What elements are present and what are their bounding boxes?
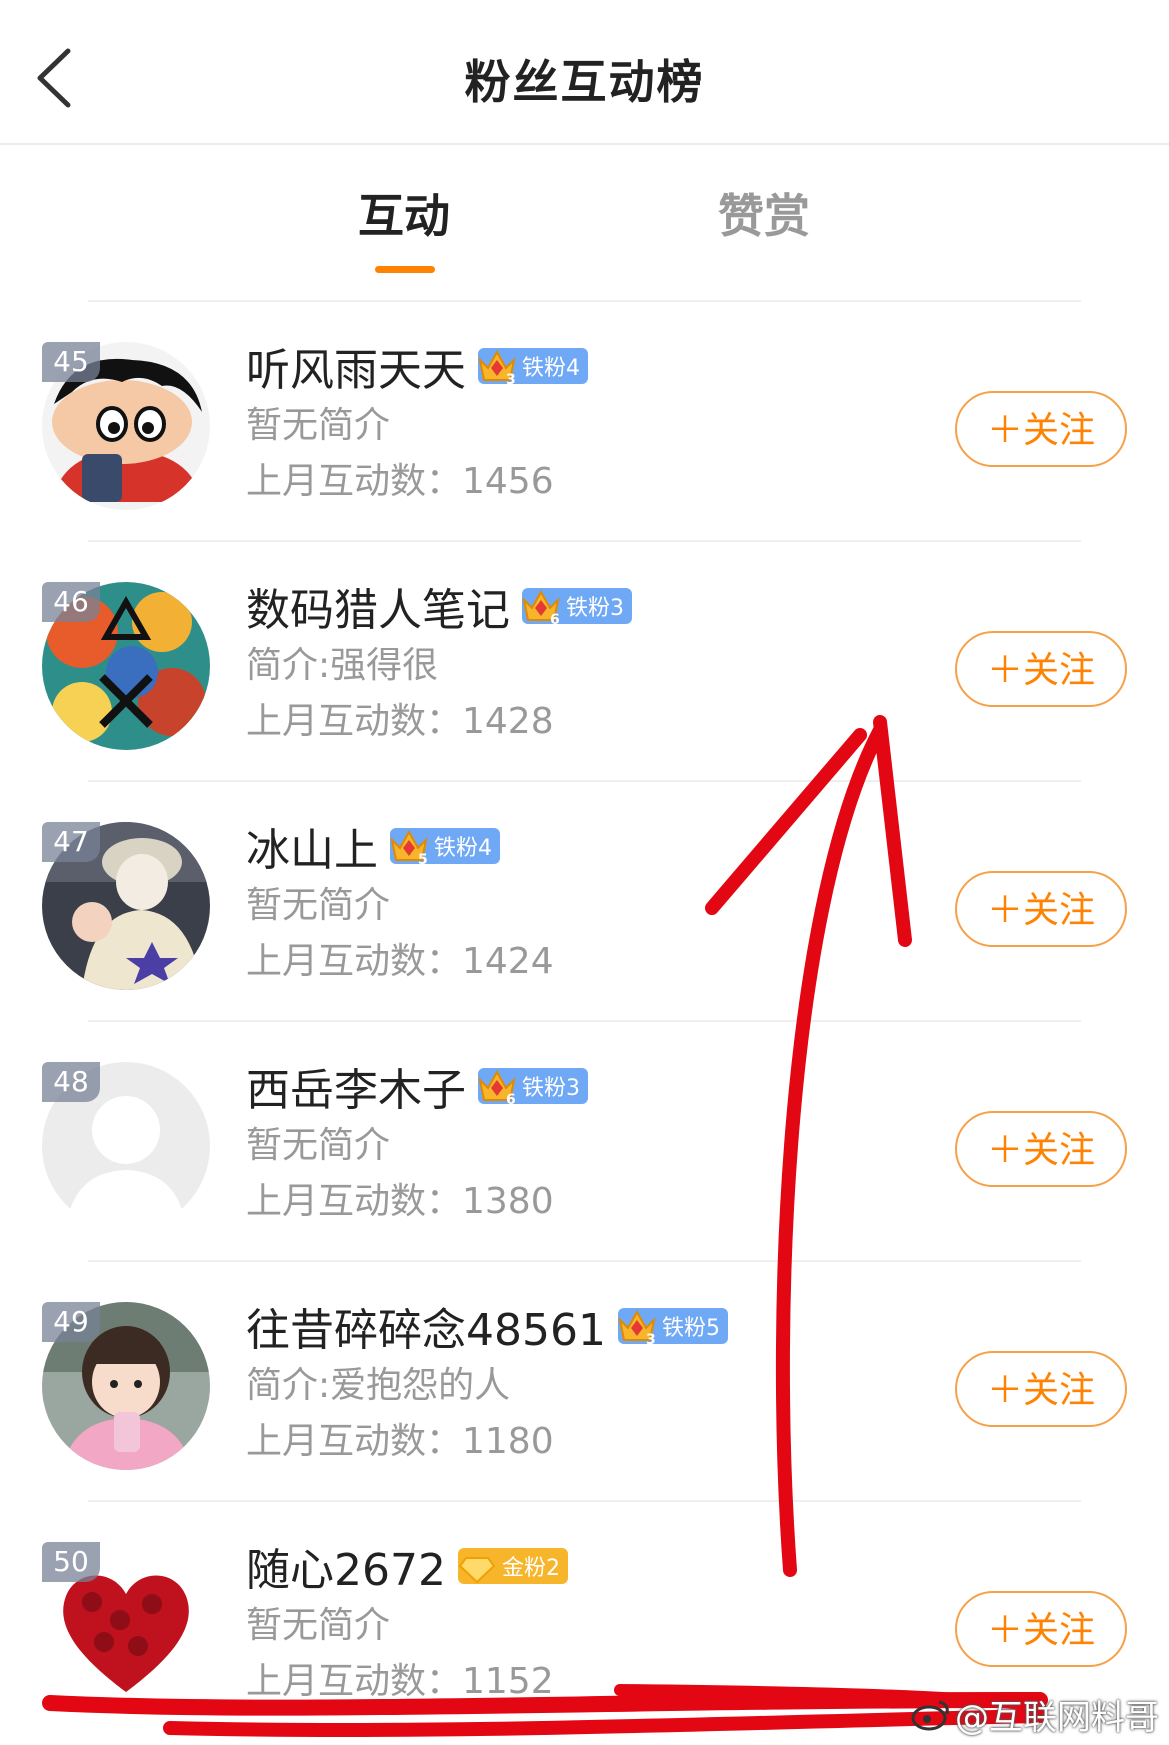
rank-badge: 49 [42,1302,100,1342]
bio-text: 暂无简介 [246,1605,391,1646]
interaction-count: 上月互动数：1180 [246,1421,554,1462]
badge-level: 6 [550,612,560,626]
crown-icon: 3 [618,1309,656,1346]
bio-text: 暂无简介 [246,885,391,926]
username[interactable]: 往昔碎碎念48561 [246,1294,606,1358]
weibo-logo-icon [911,1700,949,1730]
follow-button[interactable]: ＋关注 [955,631,1127,707]
badge-level: 3 [646,1332,656,1346]
badge-level: 3 [506,372,516,386]
fan-badge: 6 铁粉3 [522,588,632,626]
bio-text: 暂无简介 [246,405,391,446]
bio-text: 简介:强得很 [246,645,439,686]
badge-label: 铁粉5 [661,1316,720,1341]
list-item[interactable]: 48 西岳李木子 6 铁粉3 暂无简介 上月互动数：1380 ＋关注 [0,1022,1169,1262]
page-title: 粉丝互动榜 [464,55,705,109]
username[interactable]: 数码猎人笔记 [246,574,510,638]
interaction-count: 上月互动数：1152 [246,1661,554,1702]
list-item[interactable]: 47 冰山上 5 铁粉4 暂无简介 上月互动数：1424 ＋关注 [0,782,1169,1022]
badge-label: 铁粉3 [566,596,624,621]
fan-badge: 3 铁粉5 [617,1308,728,1346]
diamond-icon [458,1557,496,1584]
crown-icon: 5 [390,829,428,866]
top-bar: 粉丝互动榜 [0,0,1169,145]
crown-icon: 6 [522,589,560,626]
follow-button[interactable]: ＋关注 [955,1591,1127,1667]
interaction-count: 上月互动数：1424 [246,941,554,982]
interaction-count: 上月互动数：1428 [246,701,554,742]
interaction-count: 上月互动数：1456 [246,461,554,502]
badge-label: 铁粉3 [522,1076,580,1101]
active-tab-indicator [375,266,435,273]
rank-badge: 45 [42,342,100,382]
tab-interaction[interactable]: 互动 [358,180,450,246]
fan-badge: 3 铁粉4 [478,348,588,386]
interaction-count: 上月互动数：1380 [246,1181,554,1222]
watermark: @互联网料哥 [911,1690,1159,1739]
rank-badge: 50 [42,1542,100,1582]
username[interactable]: 听风雨天天 [246,334,466,398]
fan-badge: 5 铁粉4 [390,828,500,866]
badge-label: 铁粉4 [434,836,492,861]
username[interactable]: 随心2672 [246,1534,446,1598]
follow-button[interactable]: ＋关注 [955,871,1127,947]
username[interactable]: 西岳李木子 [246,1054,466,1118]
username[interactable]: 冰山上 [246,814,378,878]
list-item[interactable]: 49 往昔碎碎念48561 3 铁粉5 简介:爱抱怨的人 上月互动数：1180 … [0,1262,1169,1502]
list-item[interactable]: 45 听风雨天天 3 铁粉4 暂无简介 上月互动数：1456 ＋关注 [0,302,1169,542]
badge-level: 5 [418,852,428,866]
tab-reward[interactable]: 赞赏 [718,180,810,246]
follow-button[interactable]: ＋关注 [955,1351,1127,1427]
follow-button[interactable]: ＋关注 [955,1111,1127,1187]
rank-badge: 46 [42,582,100,622]
follow-button[interactable]: ＋关注 [955,391,1127,467]
fan-badge: 6 铁粉3 [478,1068,588,1106]
crown-icon: 6 [478,1069,516,1106]
bio-text: 简介:爱抱怨的人 [246,1365,511,1406]
crown-icon: 3 [478,349,516,386]
rank-badge: 47 [42,822,100,862]
list-item[interactable]: 46 数码猎人笔记 6 铁粉3 简介:强得很 上月互动数：1428 ＋关注 [0,542,1169,782]
rank-badge: 48 [42,1062,100,1102]
badge-label: 金粉2 [501,1556,560,1581]
badge-label: 铁粉4 [522,356,580,381]
badge-level: 6 [506,1092,516,1106]
bio-text: 暂无简介 [246,1125,391,1166]
fan-badge: 金粉2 [457,1548,568,1584]
watermark-text: @互联网料哥 [955,1698,1159,1738]
